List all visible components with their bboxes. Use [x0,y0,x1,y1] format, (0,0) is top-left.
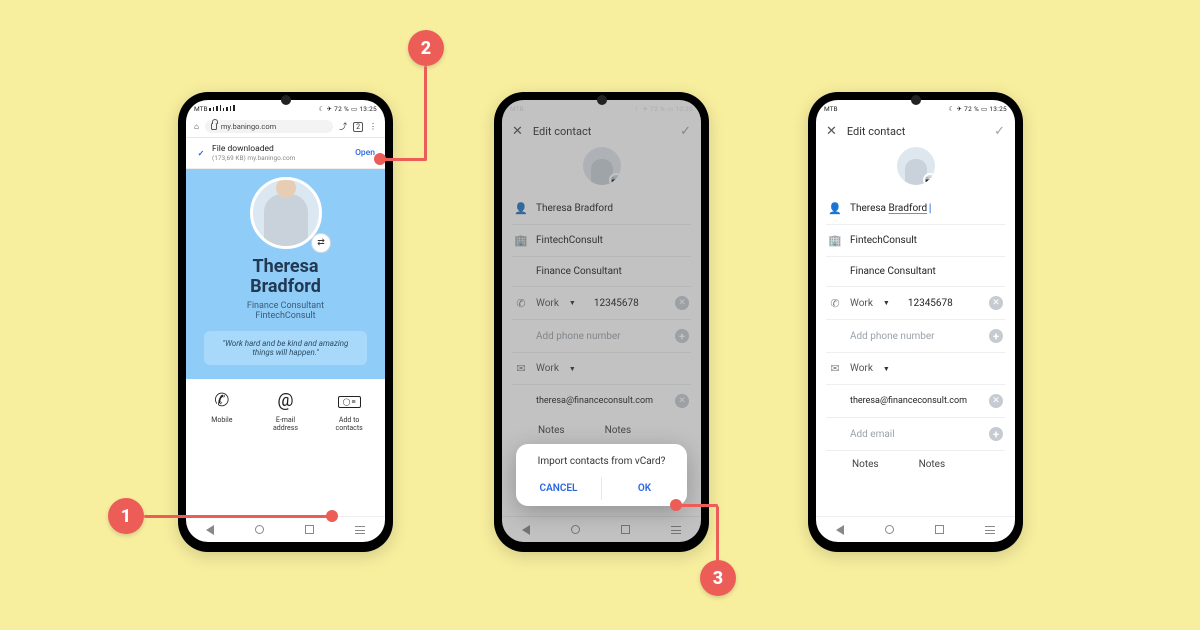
profile-card: ⇄ Theresa Bradford Finance Consultant Fi… [186,169,385,379]
action-row: ✆ Mobile @ E-mail address ◯≡ Add to cont… [186,379,385,438]
camera-notch [911,95,921,105]
callout-badge-1: 1 [108,498,144,534]
add-icon[interactable]: + [989,427,1003,441]
nav-menu-icon[interactable] [355,526,365,534]
lock-icon [211,123,217,130]
add-icon[interactable]: + [989,329,1003,343]
callout-badge-2: 2 [408,30,444,66]
clock-label: 13:25 [359,105,377,113]
toast-subtitle: (173,69 KB) my.baningo.com [212,154,349,162]
chevron-down-icon[interactable]: ▼ [883,299,890,307]
url-text: my.baningo.com [221,122,276,131]
tabs-icon[interactable]: 2 [353,122,363,132]
building-icon: 🏢 [828,234,842,247]
phone-edit-contact: MTB ☾ ✈︎ 72 % ▭ 13:25 ✕ Edit contact ✓ 📷… [808,92,1023,552]
nav-home-icon[interactable] [885,525,894,534]
check-icon: ✓ [196,148,206,158]
nav-menu-icon[interactable] [985,526,995,534]
contact-card-icon: ◯≡ [319,391,379,413]
profile-name-line2: Bradford [200,277,371,297]
modal-backdrop: Import contacts from vCard? CANCEL OK [502,100,701,542]
home-icon[interactable]: ⌂ [194,122,199,131]
nav-recent-icon[interactable] [935,525,944,534]
company-field[interactable]: 🏢 FintechConsult [826,225,1005,257]
ok-button[interactable]: OK [602,477,687,500]
callout-dot [374,153,386,165]
confirm-icon[interactable]: ✓ [994,124,1005,139]
remove-icon[interactable]: ✕ [989,394,1003,408]
name-field[interactable]: 👤 Theresa Bradford| [826,193,1005,225]
battery-label: 72 % [334,105,349,113]
text-cursor: | [927,203,933,214]
callout-line [382,158,427,161]
notes-row[interactable]: Notes Notes [826,451,1005,472]
callout-dot [326,510,338,522]
nav-home-icon[interactable] [255,525,264,534]
mail-icon: ✉ [828,362,842,375]
avatar[interactable]: 📷 [897,147,935,185]
dialog-title: Import contacts from vCard? [516,456,687,477]
person-icon: 👤 [828,202,842,215]
email-value-row[interactable]: theresa@financeconsult.com ✕ [826,385,1005,418]
android-nav-bar [816,516,1015,542]
nav-recent-icon[interactable] [305,525,314,534]
add-phone-row[interactable]: Add phone number + [826,320,1005,353]
android-nav-bar [186,516,385,542]
phone-browser-profile: MTB ☾ ✈︎ 72 % ▭ 13:25 ⌂ my.baningo.com ⤴… [178,92,393,552]
camera-notch [597,95,607,105]
profile-share-button[interactable]: ⇄ [311,233,331,253]
phone-icon: ✆ [192,391,252,413]
callout-line [424,66,427,160]
action-mobile[interactable]: ✆ Mobile [192,391,252,432]
phone-edit-contact-dialog: MTB ☾ ✈︎ 72 % ▭ 13:25 ✕ Edit contact ✓ 📷… [494,92,709,552]
callout-dot [670,499,682,511]
nav-back-icon[interactable] [206,525,214,535]
profile-company: FintechConsult [200,311,371,321]
carrier-label: MTB [194,105,208,113]
import-vcard-dialog: Import contacts from vCard? CANCEL OK [516,444,687,506]
callout-badge-3: 3 [700,560,736,596]
toast-open-button[interactable]: Open [355,148,375,158]
phone-icon: ✆ [828,297,842,310]
share-icon[interactable]: ⤴ [339,121,347,132]
edit-contact-header: ✕ Edit contact ✓ [816,116,1015,145]
camera-notch [281,95,291,105]
action-email[interactable]: @ E-mail address [255,391,315,432]
action-add-contact[interactable]: ◯≡ Add to contacts [319,391,379,432]
more-icon[interactable]: ⋮ [369,122,377,131]
avatar [250,177,322,249]
url-bar[interactable]: my.baningo.com [205,120,333,133]
browser-toolbar: ⌂ my.baningo.com ⤴ 2 ⋮ [186,116,385,138]
phone-field[interactable]: ✆ Work▼ 12345678 ✕ [826,287,1005,320]
email-field[interactable]: ✉ Work▼ [826,353,1005,385]
add-email-row[interactable]: Add email + [826,418,1005,451]
header-title: Edit contact [847,125,905,138]
nav-back-icon[interactable] [836,525,844,535]
download-toast: ✓ File downloaded (173,69 KB) my.baningo… [186,138,385,169]
profile-quote: "Work hard and be kind and amazing thing… [204,331,367,365]
toast-title: File downloaded [212,144,349,154]
camera-icon: 📷 [923,173,935,185]
remove-icon[interactable]: ✕ [989,296,1003,310]
callout-line [680,504,718,507]
profile-title: Finance Consultant [200,301,371,311]
at-icon: @ [255,391,315,413]
chevron-down-icon[interactable]: ▼ [883,365,890,373]
cancel-button[interactable]: CANCEL [516,477,601,500]
close-icon[interactable]: ✕ [826,124,837,139]
callout-line [716,506,719,562]
callout-line [144,515,328,518]
job-field[interactable]: Finance Consultant [826,257,1005,287]
profile-name-line1: Theresa [200,257,371,277]
